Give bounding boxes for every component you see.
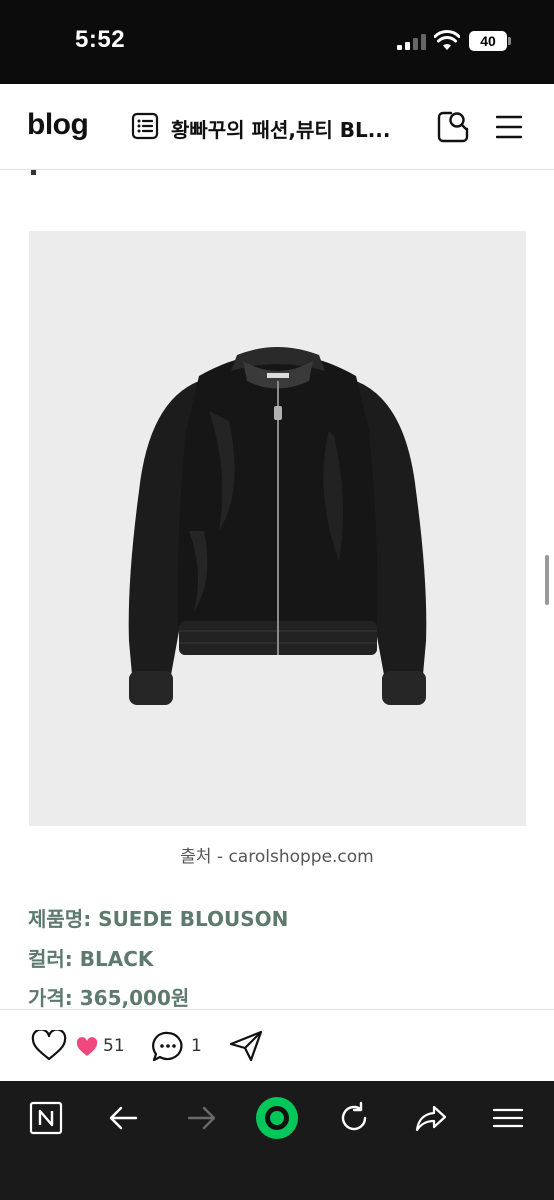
list-icon[interactable] — [131, 112, 159, 140]
menu-icon[interactable] — [496, 114, 522, 140]
divider-mark — [31, 170, 36, 175]
share-icon[interactable] — [414, 1101, 448, 1135]
reaction-heart-icon — [76, 1037, 98, 1056]
back-arrow-icon[interactable] — [107, 1101, 141, 1135]
jacket-illustration — [128, 347, 427, 705]
refresh-icon[interactable] — [337, 1101, 371, 1135]
status-bar: 5:52 40 — [0, 0, 554, 84]
comment-icon[interactable] — [151, 1030, 185, 1064]
share-send-icon[interactable] — [229, 1030, 263, 1062]
like-count[interactable]: 51 — [103, 1036, 125, 1056]
like-heart-icon[interactable] — [31, 1030, 67, 1062]
image-caption: 출처 - carolshoppe.com — [180, 847, 374, 867]
product-image[interactable] — [29, 231, 526, 826]
browser-menu-icon[interactable] — [491, 1101, 525, 1135]
battery-tip — [508, 37, 511, 45]
blog-logo[interactable]: blog — [27, 108, 89, 142]
naver-n-icon[interactable] — [29, 1101, 63, 1135]
wifi-icon — [434, 30, 460, 50]
blog-title[interactable]: 황빠꾸의 패션,뷰티 BL... — [171, 114, 396, 143]
post-action-bar: 51 1 — [0, 1009, 554, 1081]
signal-icon — [397, 34, 427, 50]
blog-header: blog 황빠꾸의 패션,뷰티 BL... — [0, 84, 554, 170]
comment-count[interactable]: 1 — [191, 1036, 202, 1056]
status-time: 5:52 — [75, 26, 126, 53]
naver-green-dot-icon[interactable] — [255, 1096, 299, 1140]
scrollbar[interactable] — [545, 555, 549, 605]
battery-icon: 40 — [469, 31, 507, 51]
product-color: 컬러: BLACK — [28, 947, 154, 971]
product-name: 제품명: SUEDE BLOUSON — [28, 907, 289, 931]
search-icon[interactable] — [437, 110, 469, 144]
forward-arrow-icon[interactable] — [184, 1101, 218, 1135]
browser-toolbar — [0, 1081, 554, 1200]
product-price: 가격: 365,000원 — [28, 986, 190, 1010]
